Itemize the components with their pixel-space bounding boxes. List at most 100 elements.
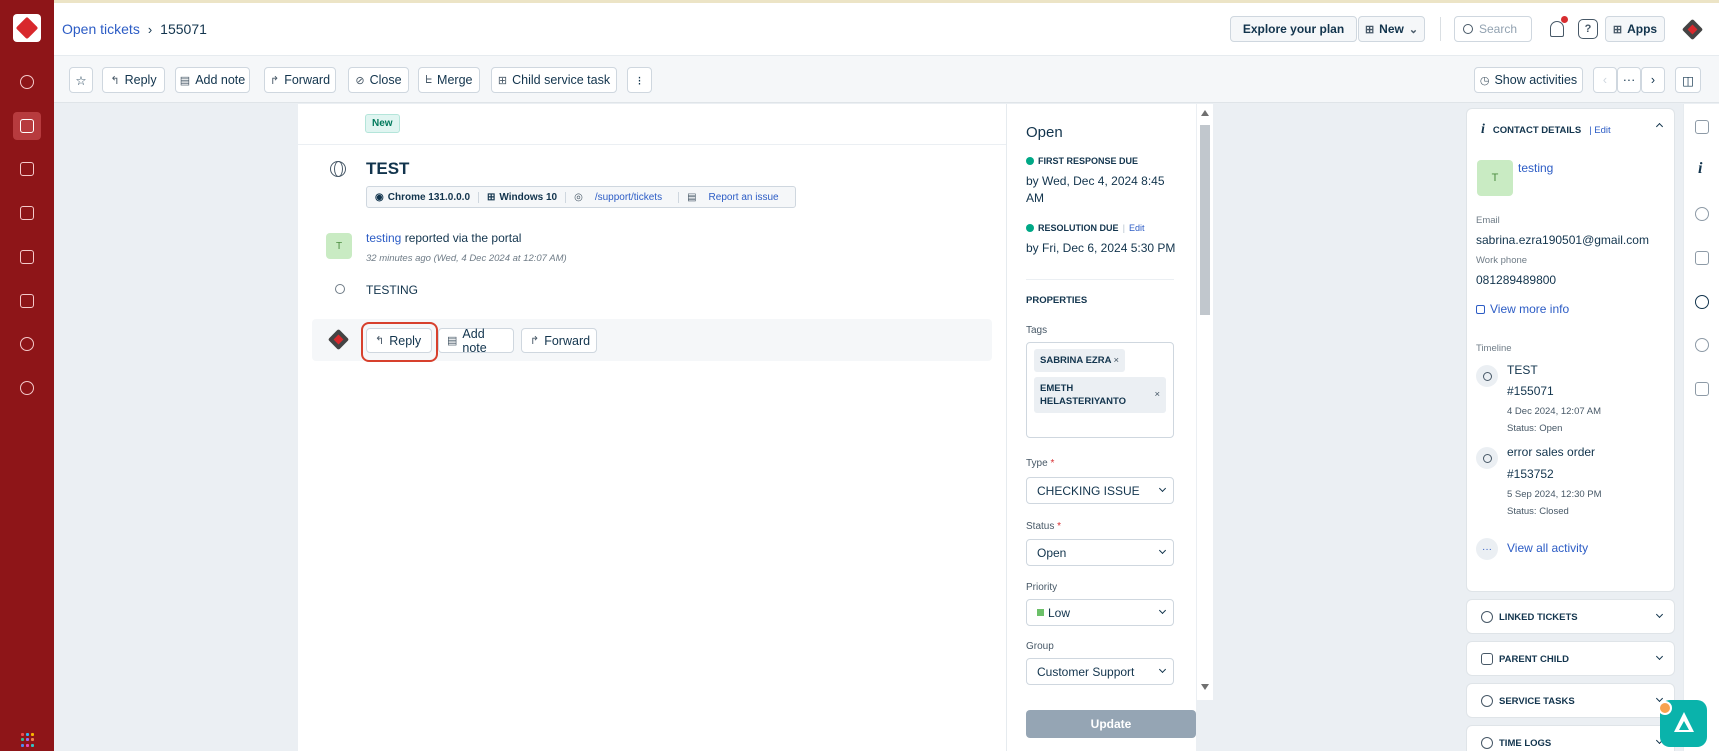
linked-tickets-section[interactable]: LINKED TICKETS <box>1466 599 1675 634</box>
admin-gear-icon[interactable] <box>13 374 41 402</box>
contact-edit-link[interactable]: | Edit <box>1589 125 1610 136</box>
apps-grid-icon[interactable] <box>21 733 35 747</box>
stopwatch-icon[interactable] <box>1695 338 1709 352</box>
view-all-activity-link[interactable]: View all activity <box>1507 541 1588 555</box>
parent-child-section[interactable]: PARENT CHILD <box>1466 641 1675 676</box>
tickets-icon[interactable] <box>13 112 41 140</box>
chevron-down-icon <box>1655 652 1664 661</box>
explore-plan-button[interactable]: Explore your plan <box>1230 16 1357 42</box>
user-avatar[interactable] <box>1682 19 1704 41</box>
chevron-left-icon: ‹ <box>1602 73 1608 87</box>
toggle-sidebar-button[interactable]: ◫ <box>1675 67 1701 93</box>
compass-icon[interactable] <box>1695 295 1709 309</box>
show-activities-button[interactable]: ◷ Show activities <box>1474 67 1583 93</box>
reply-icon: ↰ <box>110 74 120 87</box>
link-icon[interactable] <box>1695 207 1709 221</box>
time-logs-section[interactable]: TIME LOGS <box>1466 725 1675 751</box>
scroll-down-arrow-icon[interactable] <box>1201 684 1209 690</box>
notification-bell-icon[interactable] <box>1550 16 1568 37</box>
new-button[interactable]: ⊞ New ⌄ <box>1358 16 1425 42</box>
status-badge: New <box>365 114 400 133</box>
hierarchy-icon[interactable] <box>1695 251 1709 265</box>
browser-info: ◉ Chrome 131.0.0.0 <box>367 191 479 203</box>
chevron-down-icon <box>1158 665 1167 674</box>
help-icon[interactable]: ? <box>1578 19 1598 39</box>
service-tasks-section[interactable]: SERVICE TASKS <box>1466 683 1675 718</box>
apps-grid-dot <box>31 738 34 742</box>
contacts-icon[interactable] <box>13 155 41 183</box>
phone-label: Work phone <box>1476 255 1528 266</box>
contact-phone: 081289489800 <box>1476 273 1557 287</box>
requester-avatar: T <box>326 233 352 259</box>
path-label: /support/tickets <box>594 191 663 203</box>
compass-icon[interactable] <box>13 330 41 358</box>
scroll-thumb[interactable] <box>1200 125 1210 315</box>
calendar-icon[interactable] <box>1695 382 1709 396</box>
chevron-up-icon[interactable] <box>1655 122 1664 131</box>
source-path-link[interactable]: ◎ /support/tickets <box>566 191 680 203</box>
more-vertical-icon: ⁝ <box>637 73 642 88</box>
status-select[interactable]: Open <box>1026 539 1174 566</box>
more-horizontal-icon: ··· <box>1476 538 1498 560</box>
merge-button[interactable]: ᖶ Merge <box>418 67 480 93</box>
more-actions-button[interactable]: ⁝ <box>627 67 652 93</box>
ticket-list-button[interactable]: ··· <box>1617 67 1641 93</box>
reporter-line: testing reported via the portal <box>366 231 521 245</box>
forward-button[interactable]: ↱ Forward <box>264 67 336 93</box>
timeline-item-title[interactable]: TEST <box>1507 363 1538 377</box>
apps-grid-dot <box>31 743 34 747</box>
timeline-globe-icon <box>1476 365 1498 387</box>
compass-icon <box>1481 695 1493 707</box>
star-button[interactable]: ☆ <box>69 67 93 93</box>
properties-scrollbar[interactable] <box>1197 104 1213 700</box>
view-more-info-link[interactable]: View more info <box>1476 302 1569 316</box>
tags-input[interactable]: SABRINA EZRA × EMETH HELASTERIYANTO × <box>1026 342 1174 438</box>
add-note-button-bottom[interactable]: ▤ Add note <box>438 327 514 355</box>
link-icon <box>1481 611 1493 623</box>
breadcrumb-open-tickets[interactable]: Open tickets <box>62 21 140 37</box>
remove-tag-icon[interactable]: × <box>1113 354 1119 367</box>
previous-ticket-button[interactable]: ‹ <box>1593 67 1617 93</box>
remove-tag-icon[interactable]: × <box>1154 388 1160 401</box>
required-mark: * <box>1050 458 1055 469</box>
report-issue-link[interactable]: ▤ Report an issue <box>679 192 795 203</box>
forums-icon[interactable] <box>13 243 41 271</box>
group-select[interactable]: Customer Support <box>1026 658 1174 685</box>
merge-label: Merge <box>437 73 473 87</box>
filter-icon[interactable] <box>1695 120 1709 134</box>
contact-name-link[interactable]: testing <box>1518 161 1553 175</box>
reports-icon[interactable] <box>13 287 41 315</box>
requester-name-link[interactable]: testing <box>366 231 401 245</box>
dashboard-icon[interactable] <box>13 68 41 96</box>
timeline-item-status: Status: Open <box>1507 423 1563 434</box>
update-button[interactable]: Update <box>1026 710 1196 738</box>
add-note-button[interactable]: ▤ Add note <box>175 67 250 93</box>
apps-icon: ⊞ <box>1612 23 1623 36</box>
priority-low-swatch <box>1037 609 1044 616</box>
timeline-item-id: #155071 <box>1507 384 1554 398</box>
priority-select[interactable]: Low <box>1026 599 1174 626</box>
close-button[interactable]: ⊘ Close <box>348 67 409 93</box>
scroll-up-arrow-icon[interactable] <box>1201 110 1209 116</box>
timeline-item-title[interactable]: error sales order <box>1507 445 1595 459</box>
chrome-icon: ◉ <box>375 191 384 203</box>
search-input[interactable]: Search <box>1454 16 1532 42</box>
reply-button[interactable]: ↰ Reply <box>102 67 165 93</box>
properties-panel: Open FIRST RESPONSE DUE by Wed, Dec 4, 2… <box>1006 104 1196 751</box>
freshdesk-logo[interactable] <box>13 14 41 42</box>
resolution-edit-link[interactable]: Edit <box>1129 223 1145 233</box>
solutions-icon[interactable] <box>13 199 41 227</box>
child-service-task-button[interactable]: ⊞ Child service task <box>491 67 617 93</box>
forward-label: Forward <box>544 333 591 348</box>
first-response-text: FIRST RESPONSE DUE <box>1038 156 1139 166</box>
forward-button-bottom[interactable]: ↱ Forward <box>521 328 597 353</box>
next-ticket-button[interactable]: › <box>1641 67 1665 93</box>
tag-chip: EMETH HELASTERIYANTO × <box>1034 377 1166 413</box>
status-label: Status * <box>1026 521 1061 532</box>
stopwatch-icon <box>1481 737 1493 749</box>
apps-button[interactable]: ⊞ Apps <box>1605 16 1665 42</box>
type-select[interactable]: CHECKING ISSUE <box>1026 477 1174 504</box>
info-icon[interactable]: i <box>1698 160 1702 178</box>
new-label: New <box>1379 22 1404 36</box>
contact-avatar: T <box>1477 160 1513 196</box>
